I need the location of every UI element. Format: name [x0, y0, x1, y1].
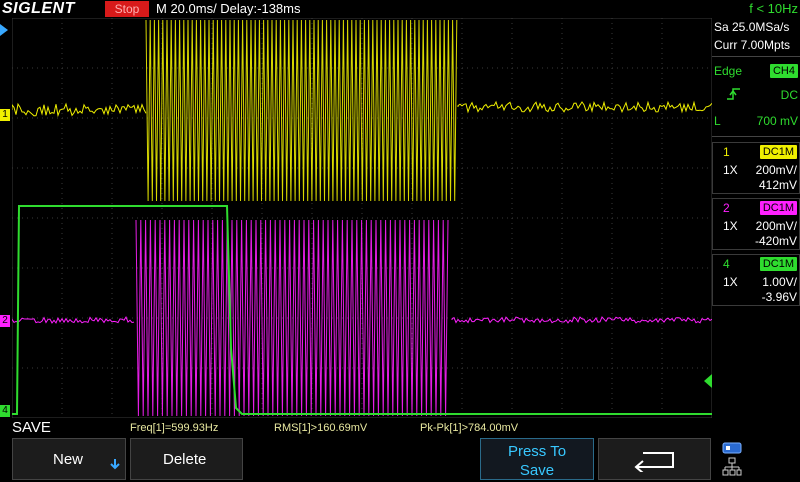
info-panel: Sa 25.0MSa/s Curr 7.00Mpts Edge CH4 DC L…: [712, 18, 800, 418]
vertical-offset: -420mV: [755, 234, 797, 248]
measurement-bar: SAVE Freq[1]=599.93Hz RMS[1]>160.69mV Pk…: [0, 418, 800, 438]
trigger-slope-row[interactable]: DC: [712, 86, 800, 104]
back-button[interactable]: [598, 438, 711, 480]
vertical-scale: 1.00V/: [762, 275, 797, 289]
ch1-marker[interactable]: 1: [0, 109, 10, 121]
sample-rate: Sa 25.0MSa/s: [714, 20, 798, 34]
delete-button[interactable]: Delete: [130, 438, 243, 480]
vertical-scale: 200mV/: [756, 163, 797, 177]
freq-measurement: Freq[1]=599.93Hz: [130, 422, 218, 434]
waveform-display[interactable]: [12, 18, 712, 418]
pkpk-measurement: Pk-Pk[1]>784.00mV: [420, 422, 518, 434]
channel-2-info[interactable]: 2 DC1M 1X 200mV/ -420mV: [712, 198, 800, 250]
probe-ratio: 1X: [723, 219, 738, 233]
trigger-coupling: DC: [781, 88, 798, 102]
trigger-level-row[interactable]: L 700 mV: [712, 112, 800, 130]
new-button[interactable]: New: [12, 438, 126, 480]
return-arrow-icon: [631, 448, 679, 476]
trigger-level-icon[interactable]: [704, 374, 712, 388]
trigger-position-icon: [0, 24, 8, 36]
channel-number: 1: [723, 145, 730, 159]
channel-1-info[interactable]: 1 DC1M 1X 200mV/ 412mV: [712, 142, 800, 194]
coupling-badge: DC1M: [760, 257, 797, 271]
trigger-type-row[interactable]: Edge CH4: [712, 62, 800, 80]
coupling-badge: DC1M: [760, 145, 797, 159]
memory-row: Curr 7.00Mpts: [712, 38, 800, 54]
softkey-bar: New Delete Press To Save: [0, 437, 800, 480]
trigger-frequency-readout: f < 10Hz: [749, 0, 798, 18]
rms-measurement: RMS[1]>160.69mV: [274, 422, 367, 434]
divider: [712, 56, 800, 57]
channel-4-info[interactable]: 4 DC1M 1X 1.00V/ -3.96V: [712, 254, 800, 306]
vertical-offset: 412mV: [759, 178, 797, 192]
new-button-label: New: [53, 451, 83, 468]
sample-rate-row: Sa 25.0MSa/s: [712, 20, 800, 36]
channel-number: 4: [723, 257, 730, 271]
probe-ratio: 1X: [723, 275, 738, 289]
trigger-source-badge: CH4: [770, 64, 798, 78]
press-to-save-button[interactable]: Press To Save: [480, 438, 594, 480]
channel-number: 2: [723, 201, 730, 215]
trigger-level-value: 700 mV: [757, 114, 798, 128]
run-stop-status[interactable]: Stop: [105, 1, 149, 17]
vertical-scale: 200mV/: [756, 219, 797, 233]
top-status-bar: SIGLENT Stop M 20.0ms/ Delay:-138ms f < …: [0, 0, 800, 18]
menu-title: SAVE: [12, 419, 51, 436]
trigger-mode: Edge: [714, 64, 742, 78]
memory-depth: Curr 7.00Mpts: [714, 38, 790, 52]
coupling-badge: DC1M: [760, 201, 797, 215]
probe-ratio: 1X: [723, 163, 738, 177]
vertical-offset: -3.96V: [762, 290, 797, 304]
press-to-save-line2: Save: [481, 461, 593, 480]
waveform-canvas: [12, 18, 712, 418]
ch4-marker[interactable]: 4: [0, 405, 10, 417]
divider: [712, 136, 800, 137]
rising-edge-icon: [726, 86, 742, 105]
brand-logo: SIGLENT: [2, 0, 75, 18]
trigger-level-label: L: [714, 114, 721, 128]
down-arrow-icon: [109, 457, 121, 474]
press-to-save-line1: Press To: [481, 442, 593, 461]
network-icon: [722, 457, 742, 482]
ch2-marker[interactable]: 2: [0, 315, 10, 327]
delete-button-label: Delete: [163, 451, 206, 468]
timebase-readout[interactable]: M 20.0ms/ Delay:-138ms: [156, 0, 301, 18]
